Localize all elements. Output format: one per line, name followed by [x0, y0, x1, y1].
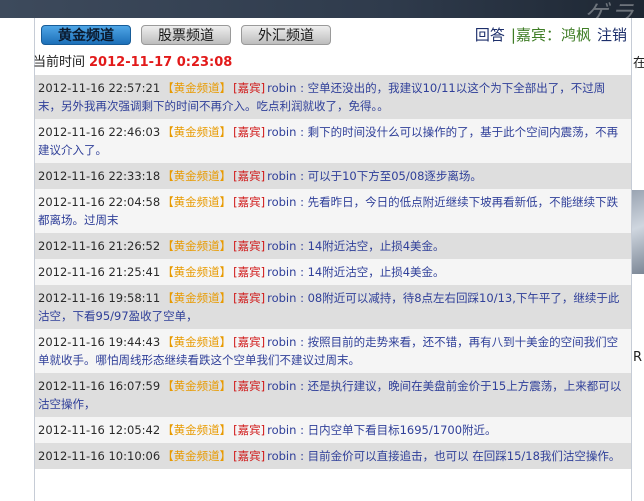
message-role-badge: [嘉宾] — [233, 291, 266, 305]
right-column-image — [632, 190, 644, 274]
current-time-label: 当前时间 — [33, 55, 86, 70]
message-channel[interactable]: 【黄金频道】 — [162, 449, 231, 463]
message-channel[interactable]: 【黄金频道】 — [162, 125, 231, 139]
tab-stock-channel[interactable]: 股票频道 — [141, 25, 231, 45]
current-time-value: 2012-11-17 0:23:08 — [89, 55, 233, 70]
message-row: 2012-11-16 10:10:06 【黄金频道】 [嘉宾] robin : 目前金… — [35, 443, 631, 469]
message-text: : 14附近沽空，止损4美金。 — [296, 265, 445, 279]
message-user[interactable]: robin — [267, 449, 296, 463]
message-role-badge: [嘉宾] — [233, 125, 266, 139]
tab-gold-channel[interactable]: 黄金频道 — [41, 25, 131, 45]
message-text: : 日内空单下看目标1695/1700附近。 — [296, 423, 497, 437]
message-row: 2012-11-16 21:26:52 【黄金频道】 [嘉宾] robin : 14附… — [35, 233, 631, 259]
message-user[interactable]: robin — [267, 379, 296, 393]
message-row: 2012-11-16 22:33:18 【黄金频道】 [嘉宾] robin : 可以于… — [35, 163, 631, 189]
message-channel[interactable]: 【黄金频道】 — [162, 335, 231, 349]
message-user[interactable]: robin — [267, 239, 296, 253]
message-time: 2012-11-16 21:26:52 — [38, 239, 161, 253]
message-channel[interactable]: 【黄金频道】 — [162, 265, 231, 279]
message-user[interactable]: robin — [267, 265, 296, 279]
answer-link[interactable]: 回答 — [475, 26, 505, 44]
message-role-badge: [嘉宾] — [233, 169, 266, 183]
message-role-badge: [嘉宾] — [233, 423, 266, 437]
top-banner: ゲラ — [0, 0, 644, 28]
message-time: 2012-11-16 19:58:11 — [38, 291, 161, 305]
message-time: 2012-11-16 12:05:42 — [38, 423, 161, 437]
message-role-badge: [嘉宾] — [233, 449, 266, 463]
tab-forex-channel[interactable]: 外汇频道 — [241, 25, 331, 45]
message-text: : 目前金价可以直接追击，也可以 在回踩15/18我们沽空操作。 — [296, 449, 621, 463]
message-time: 2012-11-16 10:10:06 — [38, 449, 161, 463]
right-overflow-column: 在 R — [632, 18, 644, 501]
message-row: 2012-11-16 22:57:21 【黄金频道】 [嘉宾] robin : 空单还… — [35, 75, 631, 119]
message-user[interactable]: robin — [267, 195, 296, 209]
message-role-badge: [嘉宾] — [233, 195, 266, 209]
message-time: 2012-11-16 19:44:43 — [38, 335, 161, 349]
app-window: ゲラ 黄金频道 股票频道 外汇频道 回答 |嘉宾：鸿枫 注销 当前时间 2012-11… — [0, 0, 644, 501]
message-user[interactable]: robin — [267, 81, 296, 95]
user-bar: 回答 |嘉宾：鸿枫 注销 — [475, 25, 627, 45]
logout-link[interactable]: 注销 — [597, 26, 627, 44]
message-channel[interactable]: 【黄金频道】 — [162, 291, 231, 305]
right-column-glyph: R — [633, 350, 643, 365]
message-channel[interactable]: 【黄金频道】 — [162, 379, 231, 393]
message-time: 2012-11-16 22:57:21 — [38, 81, 161, 95]
message-row: 2012-11-16 19:44:43 【黄金频道】 [嘉宾] robin : 按照目… — [35, 329, 631, 373]
message-time: 2012-11-16 22:46:03 — [38, 125, 161, 139]
message-row: 2012-11-16 22:04:58 【黄金频道】 [嘉宾] robin : 先看昨… — [35, 189, 631, 233]
message-channel[interactable]: 【黄金频道】 — [162, 169, 231, 183]
message-row: 2012-11-16 19:58:11 【黄金频道】 [嘉宾] robin : 08附… — [35, 285, 631, 329]
message-time: 2012-11-16 22:33:18 — [38, 169, 161, 183]
left-page-edge — [0, 18, 34, 501]
message-role-badge: [嘉宾] — [233, 379, 266, 393]
message-role-badge: [嘉宾] — [233, 239, 266, 253]
message-time: 2012-11-16 16:07:59 — [38, 379, 161, 393]
live-panel: 黄金频道 股票频道 外汇频道 回答 |嘉宾：鸿枫 注销 当前时间 2012-11-17… — [33, 18, 631, 501]
guest-name: |嘉宾：鸿枫 — [510, 26, 591, 44]
message-user[interactable]: robin — [267, 291, 296, 305]
message-time: 2012-11-16 21:25:41 — [38, 265, 161, 279]
right-column-glyph: 在 — [633, 56, 644, 71]
message-user[interactable]: robin — [267, 125, 296, 139]
message-row: 2012-11-16 12:05:42 【黄金频道】 [嘉宾] robin : 日内空… — [35, 417, 631, 443]
message-row: 2012-11-16 22:46:03 【黄金频道】 [嘉宾] robin : 剩下的… — [35, 119, 631, 163]
message-role-badge: [嘉宾] — [233, 81, 266, 95]
message-text: : 14附近沽空，止损4美金。 — [296, 239, 445, 253]
message-user[interactable]: robin — [267, 335, 296, 349]
message-time: 2012-11-16 22:04:58 — [38, 195, 161, 209]
message-channel[interactable]: 【黄金频道】 — [162, 239, 231, 253]
message-channel[interactable]: 【黄金频道】 — [162, 195, 231, 209]
message-row: 2012-11-16 16:07:59 【黄金频道】 [嘉宾] robin : 还是执… — [35, 373, 631, 417]
message-user[interactable]: robin — [267, 423, 296, 437]
message-user[interactable]: robin — [267, 169, 296, 183]
channel-tabs-bar: 黄金频道 股票频道 外汇频道 回答 |嘉宾：鸿枫 注销 — [35, 18, 631, 52]
message-channel[interactable]: 【黄金频道】 — [162, 423, 231, 437]
message-role-badge: [嘉宾] — [233, 265, 266, 279]
current-time: 当前时间 2012-11-17 0:23:08 — [33, 54, 232, 72]
message-row: 2012-11-16 21:25:41 【黄金频道】 [嘉宾] robin : 14附… — [35, 259, 631, 285]
message-role-badge: [嘉宾] — [233, 335, 266, 349]
message-channel[interactable]: 【黄金频道】 — [162, 81, 231, 95]
message-text: : 可以于10下方至05/08逐步离场。 — [296, 169, 482, 183]
